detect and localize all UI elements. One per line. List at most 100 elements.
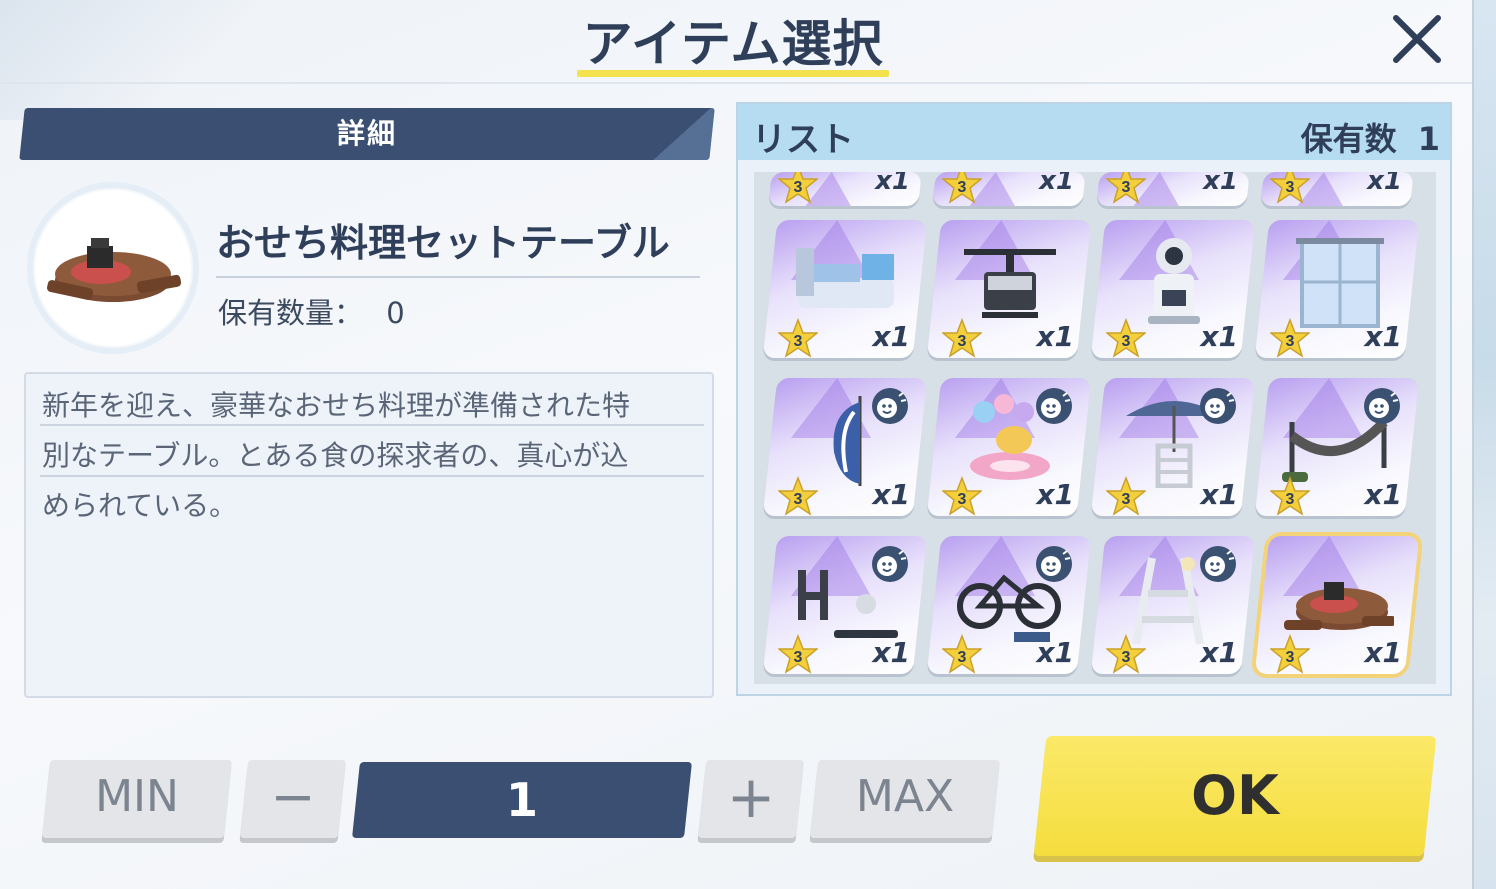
rarity-star-icon: 3 — [778, 318, 818, 358]
description-line: められている。 — [42, 489, 238, 522]
interaction-face-icon — [872, 546, 908, 582]
max-button-label: MAX — [855, 771, 955, 822]
item-quantity: x1 — [1036, 636, 1074, 669]
rarity-star-icon: 3 — [1270, 318, 1310, 358]
list-count-label: 保有数 — [1300, 120, 1397, 158]
rarity-star-icon: 3 — [778, 172, 818, 204]
rarity-label: 3 — [1286, 333, 1295, 350]
osechi-table-icon — [46, 238, 182, 302]
item-card[interactable]: 3 x1 — [926, 220, 1092, 358]
item-quantity: x1 — [1364, 636, 1402, 669]
ok-button-label: OK — [1191, 764, 1279, 827]
minus-icon: − — [270, 765, 316, 828]
interaction-face-icon — [1036, 388, 1072, 424]
robot-icon — [1148, 238, 1200, 324]
rarity-star-icon: 3 — [1106, 476, 1146, 516]
rarity-label: 3 — [1122, 491, 1131, 508]
item-card[interactable]: 3 x1 — [1254, 536, 1420, 674]
close-icon — [1393, 15, 1441, 63]
window-curtain-icon — [1296, 238, 1384, 328]
item-quantity: x1 — [875, 172, 910, 196]
rarity-star-icon: 3 — [942, 318, 982, 358]
rarity-label: 3 — [794, 333, 803, 350]
rarity-label: 3 — [958, 333, 967, 350]
description-line: 別なテーブル。とある食の探求者の、真心が込 — [42, 439, 629, 472]
rarity-star-icon: 3 — [942, 172, 982, 204]
item-description: 新年を迎え、豪華なおせち料理が準備された特 別なテーブル。とある食の探求者の、真… — [24, 372, 714, 698]
rarity-label: 3 — [958, 491, 967, 508]
item-card[interactable]: 3 x1 — [762, 220, 928, 358]
description-line: 新年を迎え、豪華なおせち料理が準備された特 — [42, 389, 631, 422]
list-count-value: 1 — [1417, 120, 1440, 158]
rarity-star-icon: 3 — [1106, 634, 1146, 674]
item-quantity: x1 — [1200, 320, 1238, 353]
title-underline — [577, 70, 889, 77]
rarity-star-icon: 3 — [942, 476, 982, 516]
item-quantity: x1 — [1200, 636, 1238, 669]
item-preview — [27, 182, 199, 354]
item-quantity: x1 — [1367, 172, 1402, 196]
item-card[interactable]: 3 x1 — [1090, 378, 1256, 516]
interaction-face-icon — [1036, 546, 1072, 582]
rarity-label: 3 — [1122, 179, 1131, 196]
min-button-label: MIN — [95, 771, 179, 822]
interaction-face-icon — [1364, 388, 1400, 424]
item-card[interactable]: 3 x1 — [762, 378, 928, 516]
rarity-label: 3 — [794, 649, 803, 666]
rarity-label: 3 — [1122, 649, 1131, 666]
owned-value: 0 — [386, 296, 405, 330]
item-card[interactable]: 3 x1 — [762, 536, 928, 674]
rarity-star-icon: 3 — [1106, 172, 1146, 204]
rarity-label: 3 — [794, 491, 803, 508]
osechi-table-icon — [1284, 582, 1394, 630]
rarity-label: 3 — [1286, 179, 1295, 196]
item-card[interactable]: 3 x1 — [926, 536, 1092, 674]
list-title: リスト — [752, 120, 854, 160]
item-quantity: x1 — [1364, 320, 1402, 353]
item-quantity: x1 — [1203, 172, 1238, 196]
item-card[interactable]: 3 x1 — [1090, 536, 1256, 674]
list-owned-count: 保有数 1 — [1300, 114, 1440, 160]
rarity-star-icon: 3 — [1270, 634, 1310, 674]
rarity-star-icon: 3 — [1270, 476, 1310, 516]
item-quantity: x1 — [1039, 172, 1074, 196]
rarity-label: 3 — [958, 649, 967, 666]
description-rule — [40, 475, 704, 477]
interaction-face-icon — [1200, 388, 1236, 424]
title-divider — [0, 82, 1472, 84]
dialog-title: アイテム選択 — [582, 15, 884, 73]
drone-icon — [964, 249, 1056, 318]
rarity-star-icon: 3 — [942, 634, 982, 674]
rarity-star-icon: 3 — [778, 476, 818, 516]
rarity-label: 3 — [958, 179, 967, 196]
item-quantity: x1 — [1200, 478, 1238, 511]
item-quantity: x1 — [1036, 478, 1074, 511]
rarity-label: 3 — [794, 179, 803, 196]
item-card[interactable]: 3 x1 — [926, 378, 1092, 516]
plus-icon: + — [726, 763, 776, 831]
item-card[interactable]: 3 x1 — [1090, 220, 1256, 358]
rarity-label: 3 — [1286, 491, 1295, 508]
rarity-star-icon: 3 — [778, 634, 818, 674]
owned-quantity: 保有数量： 0 — [218, 290, 405, 332]
command-desk-icon — [796, 248, 894, 308]
description-rule — [40, 424, 704, 426]
item-name: おせち料理セットテーブル — [216, 221, 670, 265]
rarity-star-icon: 3 — [1106, 318, 1146, 358]
background-edge — [1472, 0, 1496, 889]
item-card[interactable]: 3 x1 — [1254, 378, 1420, 516]
detail-header: 詳細 — [336, 117, 397, 150]
name-divider — [216, 276, 700, 278]
item-quantity: x1 — [1364, 478, 1402, 511]
item-quantity: x1 — [872, 636, 910, 669]
item-quantity: x1 — [1036, 320, 1074, 353]
interaction-face-icon — [872, 388, 908, 424]
quantity-value: 1 — [505, 773, 538, 827]
item-card[interactable]: 3 x1 — [1254, 220, 1420, 358]
close-button[interactable] — [1390, 12, 1444, 66]
item-grid[interactable]: 3 x1 3 x1 3 x1 3 x1 3 x1 3 x1 3 x1 3 x1 3 x1 3 x1 3 x1 3 x1 3 x1 3… — [754, 172, 1436, 684]
interaction-face-icon — [1200, 546, 1236, 582]
rarity-star-icon: 3 — [1270, 172, 1310, 204]
rarity-label: 3 — [1122, 333, 1131, 350]
owned-label: 保有数量： — [218, 296, 364, 330]
